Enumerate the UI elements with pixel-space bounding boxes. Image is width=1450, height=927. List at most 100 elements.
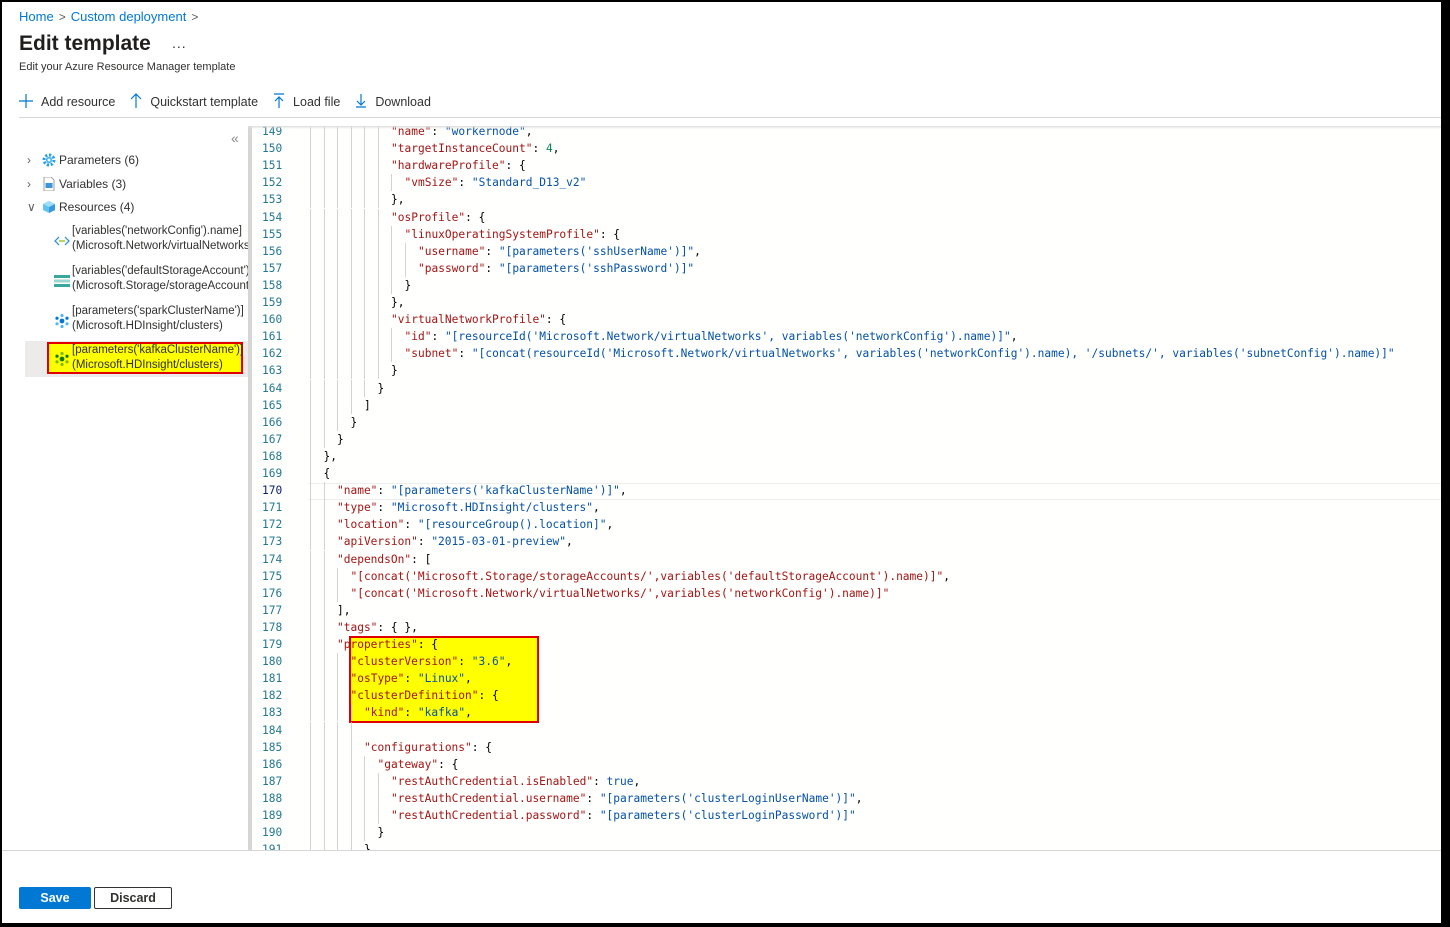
code-line: 190} [248,824,1441,842]
breadcrumb-custom-deployment[interactable]: Custom deployment [71,9,187,24]
code-text: "[concat('Microsoft.Network/virtualNetwo… [351,585,890,602]
code-token: } [337,432,344,446]
plus-icon [19,93,33,111]
indent-guide [310,362,311,380]
indent-guide [377,259,379,277]
indent-guide [323,789,325,807]
line-number: 184 [262,723,283,737]
code-token: , [1010,330,1018,344]
code-text: "[concat('Microsoft.Storage/storageAccou… [351,568,950,585]
more-options-button[interactable]: ... [172,35,187,51]
indent-guide [323,807,325,824]
indent-guide [377,789,379,807]
code-token: "[parameters('sshUserName')]" [498,244,695,258]
indent-guide [323,174,325,192]
code-line: 168}, [248,447,1441,465]
code-text: "linuxOperatingSystemProfile": { [405,226,621,243]
code-token: true [606,774,634,788]
code-token: "properties" [337,638,418,651]
code-text: } [337,431,344,448]
code-line: 167} [248,430,1441,448]
resource-type: (Microsoft.HDInsight/clusters) [72,359,223,371]
indent-guide [350,379,352,397]
indent-guide [323,772,325,790]
save-button[interactable]: Save [19,887,91,909]
indent-guide [377,362,379,380]
code-line: 152 "vmSize": "Standard_D13_v2" [248,174,1441,192]
chevron-down-icon[interactable]: ∨ [27,200,41,214]
code-token: "clusterVersion" [350,655,459,669]
indent-guide [337,157,338,175]
resource-item-virtual-network[interactable]: [variables('networkConfig').name] (Micro… [25,223,248,259]
resource-item-kafka-cluster[interactable]: [parameters('kafkaClusterName')] (Micros… [25,341,248,377]
code-token: "Linux" [417,672,466,686]
indent-guide [323,704,325,722]
code-token: "password" [418,261,486,275]
chevron-right-icon[interactable]: › [27,153,41,167]
chevron-right-icon[interactable]: › [27,177,41,191]
code-line: 165] [248,396,1441,414]
download-label: Download [375,95,431,109]
code-line: 178 "tags": { }, [248,618,1441,636]
indent-guide [337,311,338,329]
code-token: : { [417,638,439,651]
indent-guide [310,550,311,568]
indent-guide [391,328,392,346]
indent-guide [391,345,392,363]
collapse-sidebar-button[interactable]: « [231,130,239,146]
breadcrumb-home[interactable]: Home [19,9,54,24]
line-number: 157 [262,261,283,275]
code-editor[interactable]: 149 "name": "workernode", 150 "targetInstan… [248,126,1441,850]
code-line: 164} [248,379,1441,397]
indent-guide [310,345,311,363]
hdinsight-cluster-icon [54,313,70,329]
indent-guide [323,242,325,260]
code-line: 180 "clusterVersion": "3.6", [248,653,1441,671]
code-token: : { }, [377,620,418,634]
code-token: "osType" [350,672,405,686]
code-token: , [694,244,701,258]
indent-guide [310,670,311,688]
tree-group-variables[interactable]: › Variables (3) [27,177,126,191]
code-token: , [619,484,627,498]
code-token: "id" [404,330,432,344]
resource-item-storage-account[interactable]: [variables('defaultStorageAccount').name… [25,263,248,299]
load-file-button[interactable]: Load file [273,93,340,111]
indent-guide [310,276,311,294]
code-token: "[resourceId('Microsoft.Network/virtualN… [444,330,1011,344]
indent-guide [350,738,352,756]
indent-guide [391,225,392,243]
indent-guide [404,259,406,277]
indent-guide [364,362,365,380]
quickstart-template-button[interactable]: Quickstart template [130,93,258,111]
indent-guide [377,807,379,824]
line-number: 180 [262,655,283,669]
discard-button[interactable]: Discard [94,887,172,909]
indent-guide [337,789,338,807]
code-text: } [378,824,385,841]
code-token: : [404,706,418,720]
line-number: 179 [262,638,283,651]
tree-group-parameters[interactable]: › Parameters (6) [27,153,139,167]
download-icon [355,93,367,111]
upload-icon [273,93,285,111]
indent-guide [310,687,311,705]
resource-item-spark-cluster[interactable]: [parameters('sparkClusterName')] (Micros… [25,303,248,339]
indent-guide [350,259,352,277]
line-number: 154 [262,210,283,224]
indent-guide [364,807,365,824]
code-line: 182 "clusterDefinition": { [248,687,1441,705]
indent-guide [350,174,352,192]
code-token: "linuxOperatingSystemProfile" [404,227,600,241]
code-text: "vmSize": "Standard_D13_v2" [405,174,587,191]
download-button[interactable]: Download [355,93,431,111]
indent-guide [323,687,325,705]
tree-group-resources[interactable]: ∨ Resources (4) [27,200,134,214]
indent-guide [337,276,338,294]
indent-guide [350,345,352,363]
code-token: , [552,142,560,156]
line-number: 185 [262,740,283,754]
line-number: 173 [262,535,283,549]
load-file-label: Load file [293,95,341,109]
add-resource-button[interactable]: Add resource [19,93,115,111]
